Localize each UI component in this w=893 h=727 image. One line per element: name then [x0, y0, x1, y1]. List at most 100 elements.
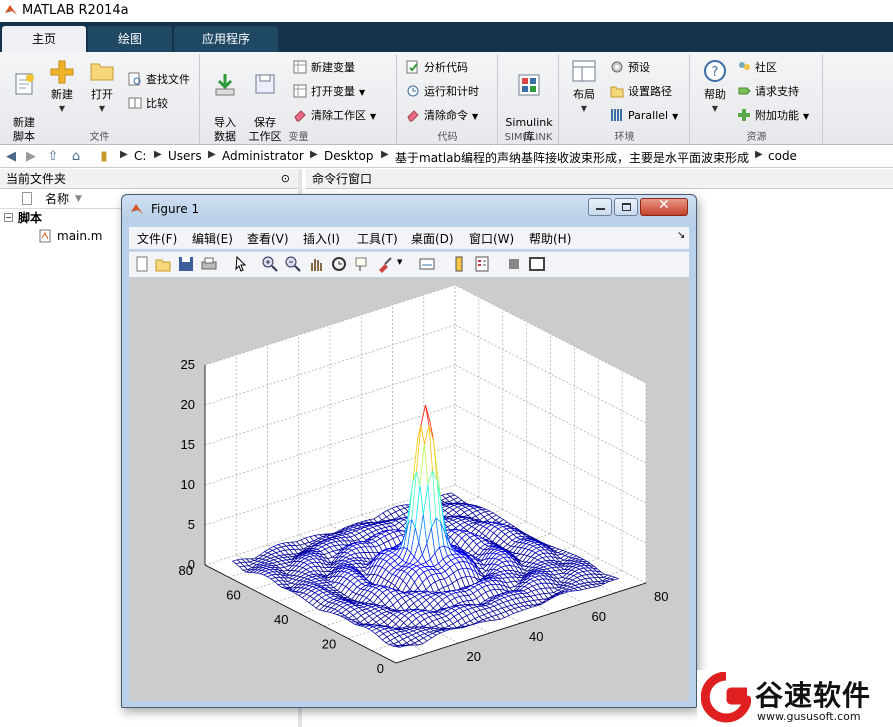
group-label: 代码	[437, 132, 458, 143]
folder-icon	[90, 63, 114, 81]
folder-icon: ▮	[100, 149, 108, 164]
hide-plot-tools-icon[interactable]	[505, 255, 523, 273]
forward-arrow-icon[interactable]: ▶	[23, 149, 39, 165]
tab-plots[interactable]: 绘图	[88, 26, 172, 52]
print-icon[interactable]	[200, 255, 218, 273]
path-separator: ▶	[208, 149, 216, 160]
file-type-icon	[22, 192, 32, 205]
request-support-icon	[738, 87, 751, 95]
insert-colorbar-icon[interactable]	[450, 255, 468, 273]
group-label: 资源	[746, 132, 767, 143]
breadcrumb-project-folder[interactable]: 基于matlab编程的声纳基阵接收波束形成，主要是水平面波束形成	[395, 149, 749, 166]
figure-canvas[interactable]: 0 5 10 15 20 25 0 20 40 60 80 20 40 60 80	[129, 278, 689, 701]
compare-button[interactable]: 比较	[128, 94, 168, 114]
parallel-button[interactable]: Parallel ▼	[610, 106, 678, 126]
open-button[interactable]: 打开 ▼	[80, 58, 124, 116]
find-files-button[interactable]: 查找文件	[128, 70, 190, 90]
link-plot-icon[interactable]	[418, 255, 436, 273]
clear-workspace-button[interactable]: 清除工作区 ▼	[293, 106, 376, 126]
breadcrumb-drive[interactable]: C:	[134, 149, 146, 163]
community-button[interactable]: 社区	[737, 58, 777, 78]
menu-window[interactable]: 窗口(W)	[469, 230, 514, 247]
new-button[interactable]: 新建 ▼	[40, 58, 84, 116]
menu-view[interactable]: 查看(V)	[247, 230, 289, 247]
new-figure-icon[interactable]	[133, 255, 151, 273]
save-workspace-icon	[255, 74, 275, 94]
file-group: 新建 脚本 新建 ▼ 打开 ▼ 查找文件 比较 文件	[0, 54, 200, 144]
breadcrumb-desktop[interactable]: Desktop	[324, 149, 374, 163]
app-title-bar: MATLAB R2014a	[0, 0, 893, 22]
breadcrumb-code[interactable]: code	[768, 149, 797, 163]
chevron-down-icon[interactable]: ▼	[397, 258, 402, 266]
group-label: 环境	[614, 132, 635, 143]
insert-legend-icon[interactable]	[473, 255, 491, 273]
menu-tools[interactable]: 工具(T)	[357, 230, 398, 247]
tab-apps[interactable]: 应用程序	[174, 26, 278, 52]
surface-plot[interactable]: 051015202502040608020406080	[129, 278, 689, 701]
data-cursor-icon[interactable]	[353, 255, 371, 273]
breadcrumb-users[interactable]: Users	[168, 149, 202, 163]
watermark-logo-icon	[701, 672, 751, 723]
brush-icon[interactable]	[376, 255, 394, 273]
menu-desktop[interactable]: 桌面(D)	[411, 230, 454, 247]
eraser-icon	[407, 110, 419, 122]
preferences-button[interactable]: 预设	[610, 58, 650, 78]
watermark-url: www.gususoft.com	[757, 710, 861, 723]
ribbon: 新建 脚本 新建 ▼ 打开 ▼ 查找文件 比较 文件 导入 数据 保存 工作区	[0, 52, 893, 145]
chevron-down-icon: ▼	[58, 104, 66, 113]
maximize-button[interactable]	[614, 198, 638, 216]
save-icon[interactable]	[177, 255, 195, 273]
community-icon	[739, 62, 750, 70]
pan-hand-icon[interactable]	[307, 255, 325, 273]
tab-home[interactable]: 主页	[2, 26, 86, 52]
breadcrumb-administrator[interactable]: Administrator	[222, 149, 304, 163]
clear-commands-button[interactable]: 清除命令 ▼	[406, 106, 478, 126]
help-button[interactable]: ? 帮助 ▼	[693, 58, 737, 116]
request-support-button[interactable]: 请求支持	[737, 82, 799, 102]
show-plot-tools-icon[interactable]	[528, 255, 546, 273]
open-variable-button[interactable]: 打开变量 ▼	[293, 82, 365, 102]
rotate-3d-icon[interactable]	[330, 255, 348, 273]
chevron-down-icon: ▼	[472, 112, 479, 121]
path-separator: ▶	[755, 149, 763, 160]
z-tick-label: 25	[181, 357, 195, 372]
menu-dock-arrow-icon[interactable]: ↘	[677, 230, 685, 241]
zoom-in-icon[interactable]	[261, 255, 279, 273]
minimize-button[interactable]	[588, 198, 612, 216]
up-folder-icon[interactable]: ⇧	[45, 149, 61, 165]
collapse-icon[interactable]: −	[4, 213, 13, 222]
run-and-time-button[interactable]: 运行和计时	[406, 82, 479, 102]
panel-menu-icon[interactable]: ⊙	[281, 169, 290, 189]
menu-insert[interactable]: 插入(I)	[303, 230, 340, 247]
y-tick-label: 0	[377, 661, 384, 676]
figure-title: Figure 1	[151, 202, 200, 216]
back-arrow-icon[interactable]: ◀	[3, 149, 19, 165]
browse-folder-icon[interactable]: ⌂	[68, 149, 84, 165]
watermark: 谷速软件 www.gususoft.com	[697, 670, 893, 727]
menu-edit[interactable]: 编辑(E)	[192, 230, 233, 247]
layout-button[interactable]: 布局 ▼	[562, 58, 606, 116]
select-arrow-icon[interactable]	[232, 255, 250, 273]
x-tick-label: 20	[467, 649, 481, 664]
plus-icon	[738, 109, 750, 121]
menu-help[interactable]: 帮助(H)	[529, 230, 571, 247]
figure-menu-bar: 文件(F) 编辑(E) 查看(V) 插入(I) 工具(T) 桌面(D) 窗口(W…	[129, 227, 689, 249]
path-separator: ▶	[381, 149, 389, 160]
group-label: 变量	[288, 132, 309, 143]
y-tick-label: 60	[226, 588, 240, 603]
help-icon: ?	[704, 60, 726, 82]
plus-icon	[50, 60, 74, 84]
layout-icon	[572, 60, 596, 82]
close-button[interactable]: ✕	[640, 197, 688, 216]
figure-window[interactable]: Figure 1 ✕ 文件(F) 编辑(E) 查看(V) 插入(I) 工具(T)…	[121, 194, 697, 708]
y-tick-label: 80	[179, 563, 193, 578]
menu-file[interactable]: 文件(F)	[137, 230, 177, 247]
svg-text:?: ?	[712, 65, 719, 80]
set-path-button[interactable]: 设置路径	[610, 82, 672, 102]
z-tick-label: 10	[181, 477, 195, 492]
new-variable-button[interactable]: 新建变量	[293, 58, 355, 78]
zoom-out-icon[interactable]	[284, 255, 302, 273]
analyze-code-button[interactable]: 分析代码	[406, 58, 468, 78]
add-ons-button[interactable]: 附加功能 ▼	[737, 106, 809, 126]
open-file-icon[interactable]	[154, 255, 172, 273]
